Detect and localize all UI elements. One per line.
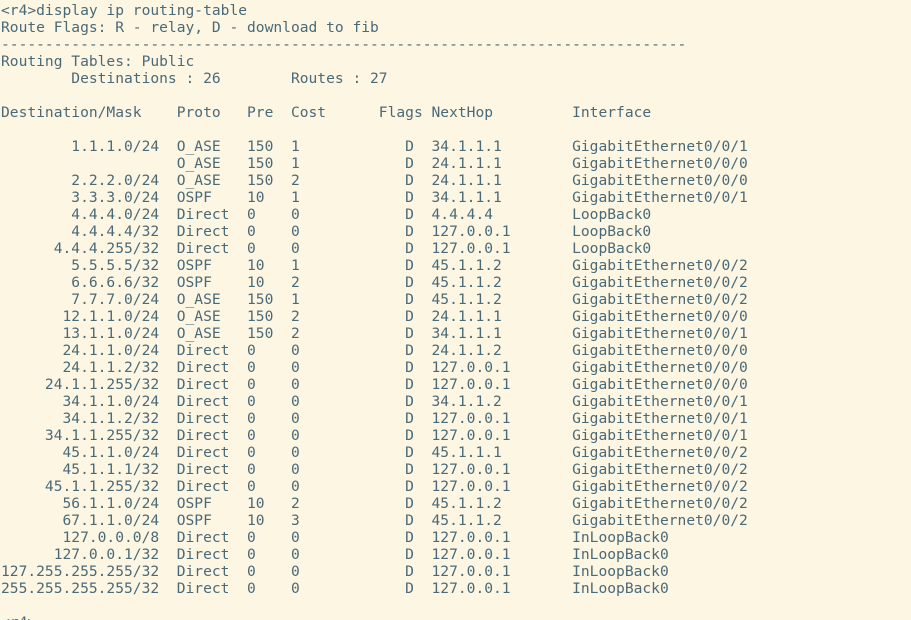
separator-rule: ----------------------------------------… [1,36,687,53]
trailing-prompt: <r4> [1,614,911,620]
routing-table-row: 5.5.5.5/32 OSPF 10 1 D 45.1.1.2 GigabitE… [1,257,748,274]
routing-table-row: 34.1.1.2/32 Direct 0 0 D 127.0.0.1 Gigab… [1,410,748,427]
routing-table-row: 24.1.1.0/24 Direct 0 0 D 24.1.1.2 Gigabi… [1,342,748,359]
routing-table-row: 4.4.4.0/24 Direct 0 0 D 4.4.4.4 LoopBack… [1,206,652,223]
routing-table-row: 4.4.4.255/32 Direct 0 0 D 127.0.0.1 Loop… [1,240,652,257]
routing-table-row: 34.1.1.255/32 Direct 0 0 D 127.0.0.1 Gig… [1,427,748,444]
routing-table-row: 45.1.1.1/32 Direct 0 0 D 127.0.0.1 Gigab… [1,461,748,478]
route-flags-legend: Route Flags: R - relay, D - download to … [1,19,379,36]
routing-table-row: 13.1.1.0/24 O_ASE 150 2 D 34.1.1.1 Gigab… [1,325,748,342]
routing-table-row: O_ASE 150 1 D 24.1.1.1 GigabitEthernet0/… [1,155,748,172]
summary-counts-line: Destinations : 26 Routes : 27 [1,70,388,87]
routing-table-row: 45.1.1.0/24 Direct 0 0 D 45.1.1.1 Gigabi… [1,444,748,461]
routing-table-row: 255.255.255.255/32 Direct 0 0 D 127.0.0.… [1,580,669,597]
routing-table-row: 6.6.6.6/32 OSPF 10 2 D 45.1.1.2 GigabitE… [1,274,748,291]
routing-table-row: 3.3.3.0/24 OSPF 10 1 D 34.1.1.1 GigabitE… [1,189,748,206]
routing-table-row: 4.4.4.4/32 Direct 0 0 D 127.0.0.1 LoopBa… [1,223,652,240]
routing-table-row: 12.1.1.0/24 O_ASE 150 2 D 24.1.1.1 Gigab… [1,308,748,325]
routing-table-row: 34.1.1.0/24 Direct 0 0 D 34.1.1.2 Gigabi… [1,393,748,410]
routing-table-row: 45.1.1.255/32 Direct 0 0 D 127.0.0.1 Gig… [1,478,748,495]
routing-tables-label: Routing Tables: Public [1,53,195,70]
routing-table-row: 1.1.1.0/24 O_ASE 150 1 D 34.1.1.1 Gigabi… [1,138,748,155]
routing-table-row: 24.1.1.255/32 Direct 0 0 D 127.0.0.1 Gig… [1,376,748,393]
routing-table-row: 7.7.7.0/24 O_ASE 150 1 D 45.1.1.2 Gigabi… [1,291,748,308]
routing-table-row: 127.0.0.0/8 Direct 0 0 D 127.0.0.1 InLoo… [1,529,669,546]
terminal-screen[interactable]: <r4>display ip routing-table Route Flags… [0,0,911,620]
routing-table-row: 127.255.255.255/32 Direct 0 0 D 127.0.0.… [1,563,669,580]
table-header-row: Destination/Mask Proto Pre Cost Flags Ne… [1,104,652,121]
routing-table-row: 2.2.2.0/24 O_ASE 150 2 D 24.1.1.1 Gigabi… [1,172,748,189]
routing-table-body: 1.1.1.0/24 O_ASE 150 1 D 34.1.1.1 Gigabi… [1,138,911,597]
routing-table-row: 67.1.1.0/24 OSPF 10 3 D 45.1.1.2 Gigabit… [1,512,748,529]
routing-table-row: 127.0.0.1/32 Direct 0 0 D 127.0.0.1 InLo… [1,546,669,563]
routing-table-row: 24.1.1.2/32 Direct 0 0 D 127.0.0.1 Gigab… [1,359,748,376]
command-prompt-line: <r4>display ip routing-table [1,2,248,19]
routing-table-row: 56.1.1.0/24 OSPF 10 2 D 45.1.1.2 Gigabit… [1,495,748,512]
